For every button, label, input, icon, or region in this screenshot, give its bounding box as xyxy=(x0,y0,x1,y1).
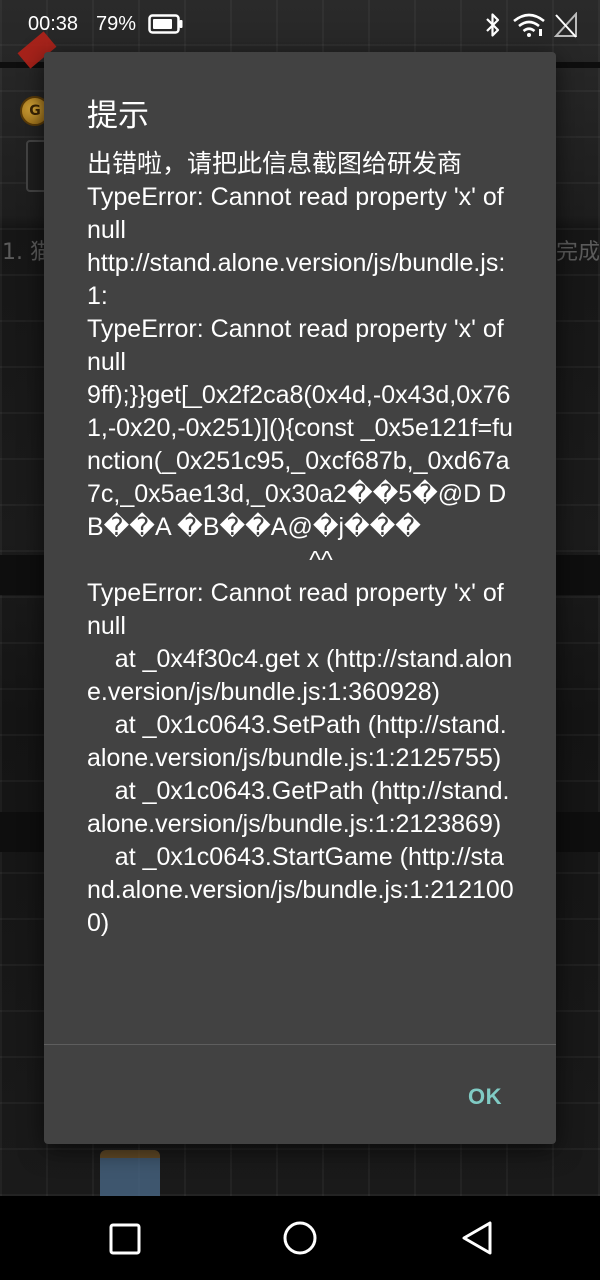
no-signal-icon xyxy=(553,11,578,42)
recents-square-icon[interactable] xyxy=(108,1222,142,1260)
back-triangle-icon[interactable] xyxy=(460,1220,494,1260)
wifi-icon xyxy=(512,12,546,42)
background-task-status: 完成 xyxy=(556,240,600,265)
battery-icon xyxy=(148,14,184,38)
status-bar: 00:38 79% xyxy=(0,0,600,50)
ok-button[interactable]: OK xyxy=(440,1070,530,1124)
battery-percentage: 79% xyxy=(96,13,137,35)
status-time: 00:38 xyxy=(28,13,79,35)
home-circle-icon[interactable] xyxy=(282,1220,318,1260)
dialog-divider xyxy=(44,1044,556,1045)
dialog-title: 提示 xyxy=(87,98,149,134)
error-alert-dialog: 提示 出错啦，请把此信息截图给研发商 TypeError: Cannot rea… xyxy=(44,52,556,1144)
game-character-sprite xyxy=(100,1150,160,1196)
dialog-message-scroll-area[interactable]: 出错啦，请把此信息截图给研发商 TypeError: Cannot read p… xyxy=(87,148,517,1044)
error-message-text: 出错啦，请把此信息截图给研发商 TypeError: Cannot read p… xyxy=(87,150,514,937)
bluetooth-icon xyxy=(484,12,502,42)
